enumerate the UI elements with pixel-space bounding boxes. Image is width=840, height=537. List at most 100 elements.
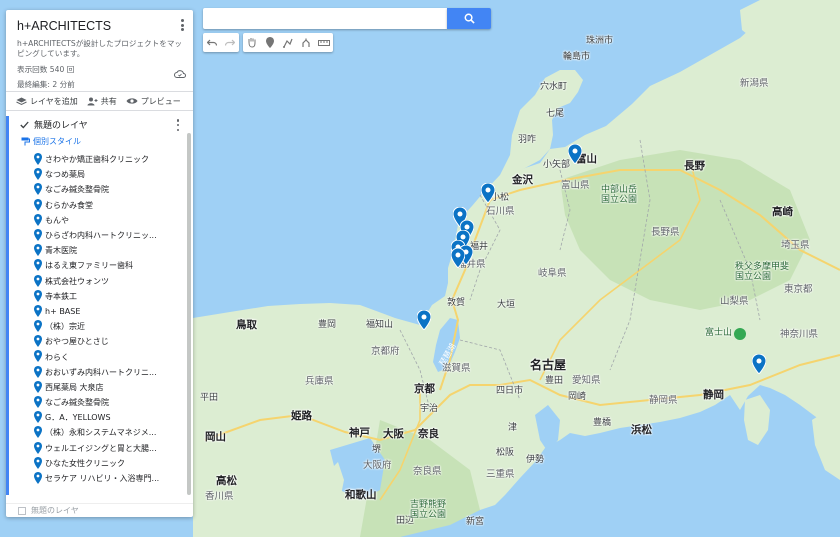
place-label: 大阪府 — [363, 460, 392, 471]
map-marker[interactable] — [481, 183, 495, 203]
map-marker[interactable] — [752, 354, 766, 374]
undo-button[interactable] — [203, 33, 221, 52]
place-label: 新潟県 — [740, 78, 769, 89]
place-label: 高崎 — [772, 206, 793, 218]
place-label: 鳥取 — [236, 319, 257, 331]
place-label: 富山県 — [561, 180, 590, 191]
place-label: 香川県 — [205, 491, 234, 502]
layer-options-menu[interactable] — [175, 119, 181, 131]
list-item[interactable]: 青木医院 — [9, 243, 193, 258]
list-item[interactable]: ひらざわ内科ハートクリニッ... — [9, 228, 193, 243]
place-label: 神戸 — [349, 427, 370, 439]
list-item-label: おおいずみ内科ハートクリニ... — [45, 367, 157, 377]
list-item[interactable]: ひなた女性クリニック — [9, 456, 193, 471]
map-legend-panel: h+ARCHITECTS h+ARCHITECTSが設計したプロジェクトをマッピ… — [6, 10, 193, 517]
map-marker[interactable] — [451, 248, 465, 268]
place-label: 岐阜県 — [538, 268, 567, 279]
search-button[interactable] — [447, 8, 491, 29]
place-list: さわやか矯正歯科クリニック なつめ薬局 なごみ鍼灸整骨院 むらかみ食堂 もんや ひらざわ内… — [9, 152, 193, 486]
list-item-label: もんや — [45, 215, 69, 225]
location-pin-icon — [34, 228, 42, 241]
draw-line-button[interactable] — [279, 33, 297, 52]
list-item[interactable]: なごみ鍼灸整骨院 — [9, 395, 193, 410]
paint-roller-icon — [21, 137, 30, 145]
place-label: 羽咋 — [518, 135, 537, 145]
list-item-label: なごみ鍼灸整骨院 — [45, 185, 109, 195]
list-item[interactable]: G．A．YELLOWS — [9, 410, 193, 425]
list-item-label: おやつ屋ひとさじ — [45, 337, 109, 347]
location-pin-icon — [34, 456, 42, 469]
add-marker-button[interactable] — [261, 33, 279, 52]
layer2-row: 無題のレイヤ — [6, 503, 193, 517]
place-label: 四日市 — [496, 386, 524, 396]
list-item[interactable]: おやつ屋ひとさじ — [9, 334, 193, 349]
list-item-label: 青木医院 — [45, 246, 77, 256]
list-item-label: セラケア リハビリ・入浴専門... — [45, 474, 160, 484]
location-pin-icon — [34, 426, 42, 439]
map-marker[interactable] — [568, 144, 582, 164]
place-label: 奈良 — [418, 428, 439, 440]
measure-button[interactable] — [315, 33, 333, 52]
place-label: 長野県 — [651, 227, 680, 238]
location-pin-icon — [34, 198, 42, 211]
list-item[interactable]: なつめ薬局 — [9, 167, 193, 182]
list-item[interactable]: （株）宗近 — [9, 319, 193, 334]
line-icon — [283, 38, 293, 48]
place-label: 穴水町 — [540, 82, 568, 92]
add-layer-button[interactable]: レイヤを追加 — [16, 96, 78, 107]
list-item[interactable]: もんや — [9, 213, 193, 228]
list-item[interactable]: ウェルエイジングと胃と大腸... — [9, 441, 193, 456]
place-label: 神奈川県 — [780, 329, 819, 340]
map-description[interactable]: h+ARCHITECTSが設計したプロジェクトをマッピングしています。 — [17, 39, 183, 59]
map-options-menu[interactable] — [178, 18, 186, 32]
share-label: 共有 — [100, 96, 117, 106]
layer-header: 無題のレイヤ — [9, 116, 193, 133]
location-pin-icon — [34, 153, 42, 165]
list-item[interactable]: セラケア リハビリ・入浴専門... — [9, 471, 193, 486]
add-person-icon — [87, 97, 98, 105]
place-label: 岡山 — [205, 431, 226, 443]
list-item[interactable]: （株）永和システムマネジメ... — [9, 425, 193, 440]
layer-visibility-checkbox[interactable] — [20, 120, 29, 129]
list-item[interactable]: おおいずみ内科ハートクリニ... — [9, 365, 193, 380]
search-input[interactable] — [203, 8, 447, 29]
list-item[interactable]: 寺本鉄工 — [9, 289, 193, 304]
map-toolbar — [203, 33, 333, 52]
route-icon — [302, 38, 310, 47]
list-item[interactable]: なごみ鍼灸整骨院 — [9, 182, 193, 197]
layer2-name[interactable]: 無題のレイヤ — [31, 505, 79, 516]
list-item-label: むらかみ食堂 — [45, 200, 93, 210]
layer2-checkbox[interactable] — [18, 506, 26, 515]
map-marker[interactable] — [417, 310, 431, 330]
pan-tool-button[interactable] — [243, 33, 261, 52]
list-item[interactable]: 西尾薬局 大泉店 — [9, 380, 193, 395]
location-pin-icon — [34, 396, 42, 408]
place-label: 東京都 — [784, 284, 813, 295]
list-item[interactable]: さわやか矯正歯科クリニック — [9, 152, 193, 167]
preview-button[interactable]: プレビュー — [126, 96, 181, 107]
add-layer-label: レイヤを追加 — [30, 96, 78, 106]
place-label: 松阪 — [496, 448, 515, 458]
list-item-label: h+ BASE — [45, 306, 81, 316]
share-button[interactable]: 共有 — [87, 96, 117, 107]
undo-icon — [207, 39, 217, 46]
layer-name[interactable]: 無題のレイヤ — [34, 118, 88, 131]
place-label: 浜松 — [631, 424, 652, 436]
list-item[interactable]: 株式会社ウォンツ — [9, 274, 193, 289]
place-label: 奈良県 — [413, 466, 442, 477]
list-item-label: なつめ薬局 — [45, 170, 85, 180]
panel-scrollbar[interactable] — [187, 133, 191, 495]
place-label: 姫路 — [291, 410, 312, 422]
list-item[interactable]: はるえ東ファミリー歯科 — [9, 258, 193, 273]
place-label: 中部山岳国立公園 — [601, 185, 638, 205]
location-pin-icon — [34, 411, 42, 424]
list-item[interactable]: むらかみ食堂 — [9, 198, 193, 213]
redo-button[interactable] — [221, 33, 239, 52]
add-directions-button[interactable] — [297, 33, 315, 52]
list-item[interactable]: h+ BASE — [9, 304, 193, 319]
list-item[interactable]: わらく — [9, 349, 193, 364]
more-vert-icon — [180, 19, 184, 22]
place-label: 富士山 — [705, 328, 733, 338]
map-title[interactable]: h+ARCHITECTS — [17, 19, 183, 33]
individual-style-link[interactable]: 個別スタイル — [9, 133, 193, 149]
